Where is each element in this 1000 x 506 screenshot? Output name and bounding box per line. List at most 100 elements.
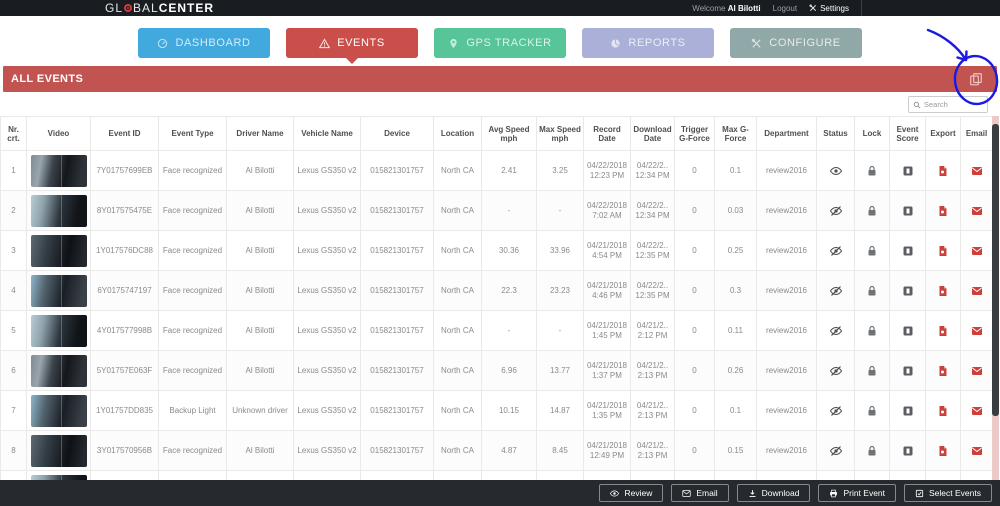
email-cell[interactable] [961, 311, 993, 351]
video-cell[interactable] [27, 191, 91, 231]
pdf-export-icon[interactable] [937, 285, 949, 297]
email-cell[interactable] [961, 431, 993, 471]
event-score-cell[interactable] [890, 311, 926, 351]
pdf-export-icon[interactable] [937, 325, 949, 337]
lock-cell[interactable] [855, 191, 890, 231]
video-thumbnail[interactable] [31, 155, 87, 187]
tab-events[interactable]: EVENTS [286, 28, 418, 58]
eye-icon[interactable] [829, 165, 843, 177]
tab-dashboard[interactable]: DASHBOARD [138, 28, 270, 58]
email-icon[interactable] [970, 445, 984, 457]
export-cell[interactable] [926, 351, 961, 391]
lock-cell[interactable] [855, 311, 890, 351]
email-icon[interactable] [970, 405, 984, 417]
event-score-icon[interactable] [902, 405, 914, 417]
event-score-cell[interactable] [890, 351, 926, 391]
status-cell[interactable] [817, 431, 855, 471]
download-button[interactable]: Download [737, 484, 811, 502]
tab-reports[interactable]: REPORTS [582, 28, 714, 58]
event-score-icon[interactable] [902, 445, 914, 457]
lock-cell[interactable] [855, 391, 890, 431]
event-score-cell[interactable] [890, 191, 926, 231]
pdf-export-icon[interactable] [937, 205, 949, 217]
settings-link[interactable]: Settings [809, 0, 862, 16]
video-thumbnail[interactable] [31, 235, 87, 267]
email-cell[interactable] [961, 351, 993, 391]
event-score-icon[interactable] [902, 365, 914, 377]
export-cell[interactable] [926, 151, 961, 191]
eye-slash-icon[interactable] [829, 285, 843, 297]
export-cell[interactable] [926, 191, 961, 231]
status-cell[interactable] [817, 191, 855, 231]
email-cell[interactable] [961, 231, 993, 271]
email-icon[interactable] [970, 365, 984, 377]
lock-icon[interactable] [866, 165, 878, 177]
email-icon[interactable] [970, 205, 984, 217]
event-score-icon[interactable] [902, 245, 914, 257]
pdf-export-icon[interactable] [937, 165, 949, 177]
video-cell[interactable] [27, 231, 91, 271]
pdf-export-icon[interactable] [937, 365, 949, 377]
status-cell[interactable] [817, 311, 855, 351]
video-thumbnail[interactable] [31, 275, 87, 307]
export-cell[interactable] [926, 311, 961, 351]
pdf-export-icon[interactable] [937, 445, 949, 457]
tab-gps-tracker[interactable]: GPS TRACKER [434, 28, 566, 58]
eye-slash-icon[interactable] [829, 205, 843, 217]
video-thumbnail[interactable] [31, 195, 87, 227]
event-score-icon[interactable] [902, 205, 914, 217]
eye-slash-icon[interactable] [829, 405, 843, 417]
lock-cell[interactable] [855, 431, 890, 471]
eye-slash-icon[interactable] [829, 245, 843, 257]
event-score-cell[interactable] [890, 231, 926, 271]
lock-cell[interactable] [855, 271, 890, 311]
vertical-scrollbar[interactable] [992, 116, 999, 480]
scrollbar-thumb[interactable] [992, 124, 999, 416]
logout-link[interactable]: Logout [773, 4, 797, 13]
video-thumbnail[interactable] [31, 315, 87, 347]
email-cell[interactable] [961, 191, 993, 231]
eye-slash-icon[interactable] [829, 365, 843, 377]
pdf-export-icon[interactable] [937, 245, 949, 257]
video-cell[interactable] [27, 151, 91, 191]
video-thumbnail[interactable] [31, 355, 87, 387]
select-events-button[interactable]: Select Events [904, 484, 992, 502]
lock-cell[interactable] [855, 151, 890, 191]
status-cell[interactable] [817, 351, 855, 391]
lock-cell[interactable] [855, 351, 890, 391]
event-score-icon[interactable] [902, 325, 914, 337]
email-cell[interactable] [961, 151, 993, 191]
export-cell[interactable] [926, 231, 961, 271]
video-cell[interactable] [27, 391, 91, 431]
video-thumbnail[interactable] [31, 395, 87, 427]
email-icon[interactable] [970, 325, 984, 337]
event-score-cell[interactable] [890, 391, 926, 431]
lock-icon[interactable] [866, 285, 878, 297]
event-score-cell[interactable] [890, 151, 926, 191]
email-icon[interactable] [970, 165, 984, 177]
status-cell[interactable] [817, 151, 855, 191]
email-icon[interactable] [970, 245, 984, 257]
export-events-icon[interactable] [969, 72, 983, 86]
lock-icon[interactable] [866, 445, 878, 457]
event-score-icon[interactable] [902, 285, 914, 297]
lock-icon[interactable] [866, 365, 878, 377]
pdf-export-icon[interactable] [937, 405, 949, 417]
lock-icon[interactable] [866, 325, 878, 337]
event-score-icon[interactable] [902, 165, 914, 177]
export-cell[interactable] [926, 391, 961, 431]
review-button[interactable]: Review [599, 484, 663, 502]
email-cell[interactable] [961, 391, 993, 431]
status-cell[interactable] [817, 231, 855, 271]
print-event-button[interactable]: Print Event [818, 484, 896, 502]
lock-cell[interactable] [855, 231, 890, 271]
video-cell[interactable] [27, 431, 91, 471]
status-cell[interactable] [817, 271, 855, 311]
email-button[interactable]: Email [671, 484, 728, 502]
video-cell[interactable] [27, 271, 91, 311]
search-input[interactable] [924, 100, 984, 109]
lock-icon[interactable] [866, 245, 878, 257]
video-cell[interactable] [27, 311, 91, 351]
email-cell[interactable] [961, 271, 993, 311]
search-box[interactable] [908, 96, 988, 113]
